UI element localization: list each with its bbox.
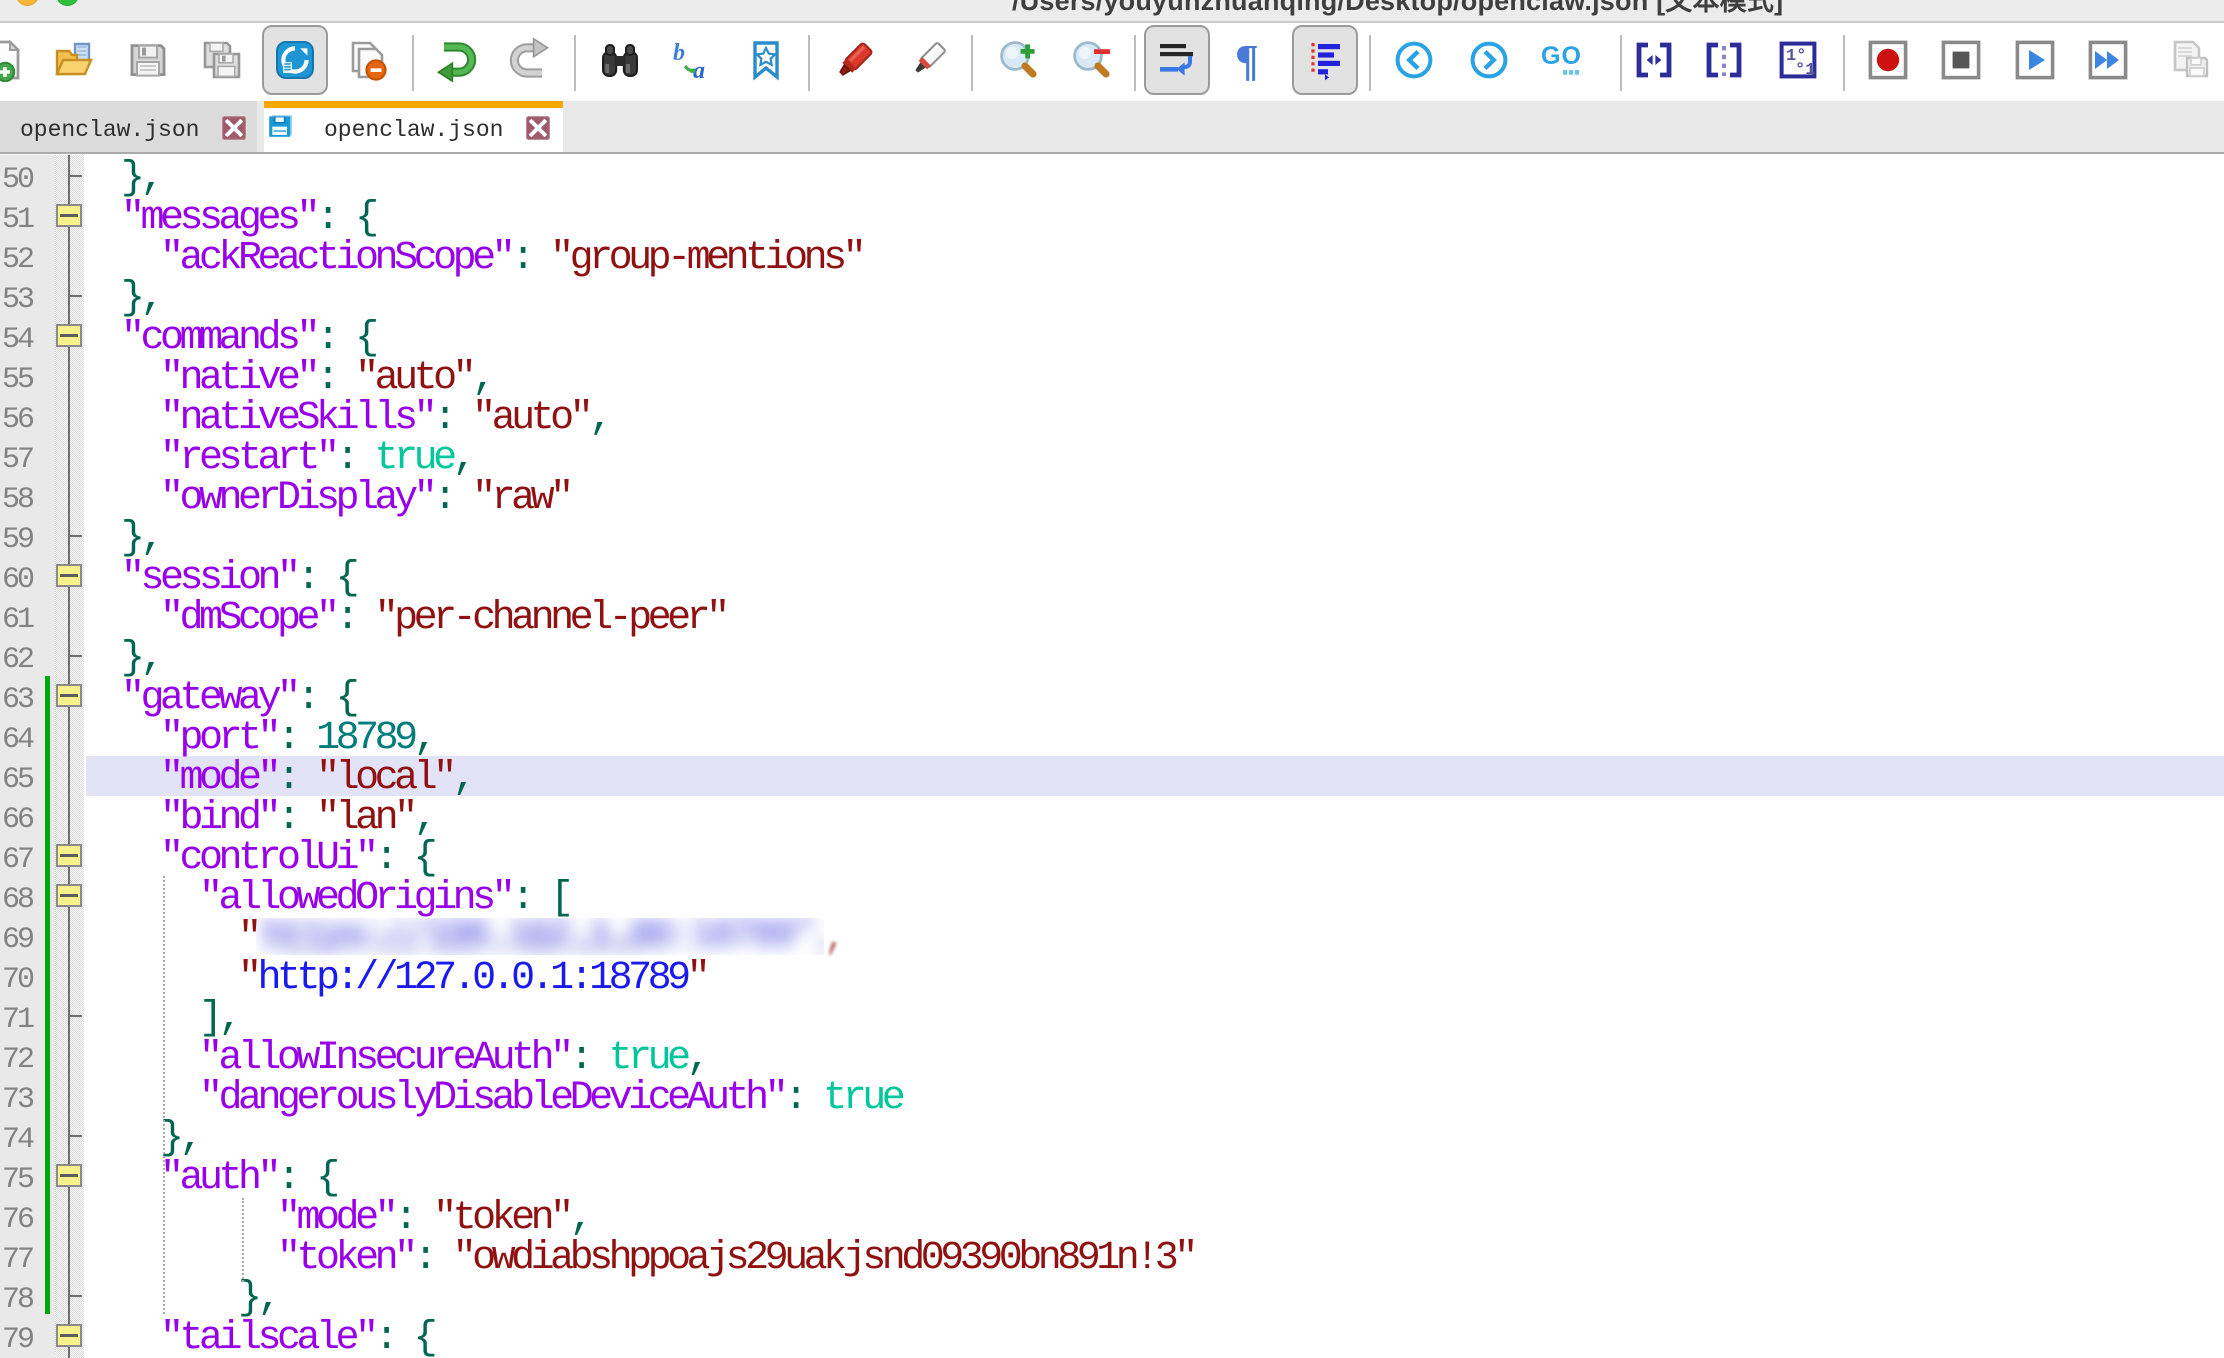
- svg-text:b: b: [673, 40, 685, 66]
- svg-text:GO: GO: [1541, 42, 1582, 70]
- svg-text:°1: °1: [1795, 61, 1815, 80]
- svg-text:¶: ¶: [1235, 38, 1259, 82]
